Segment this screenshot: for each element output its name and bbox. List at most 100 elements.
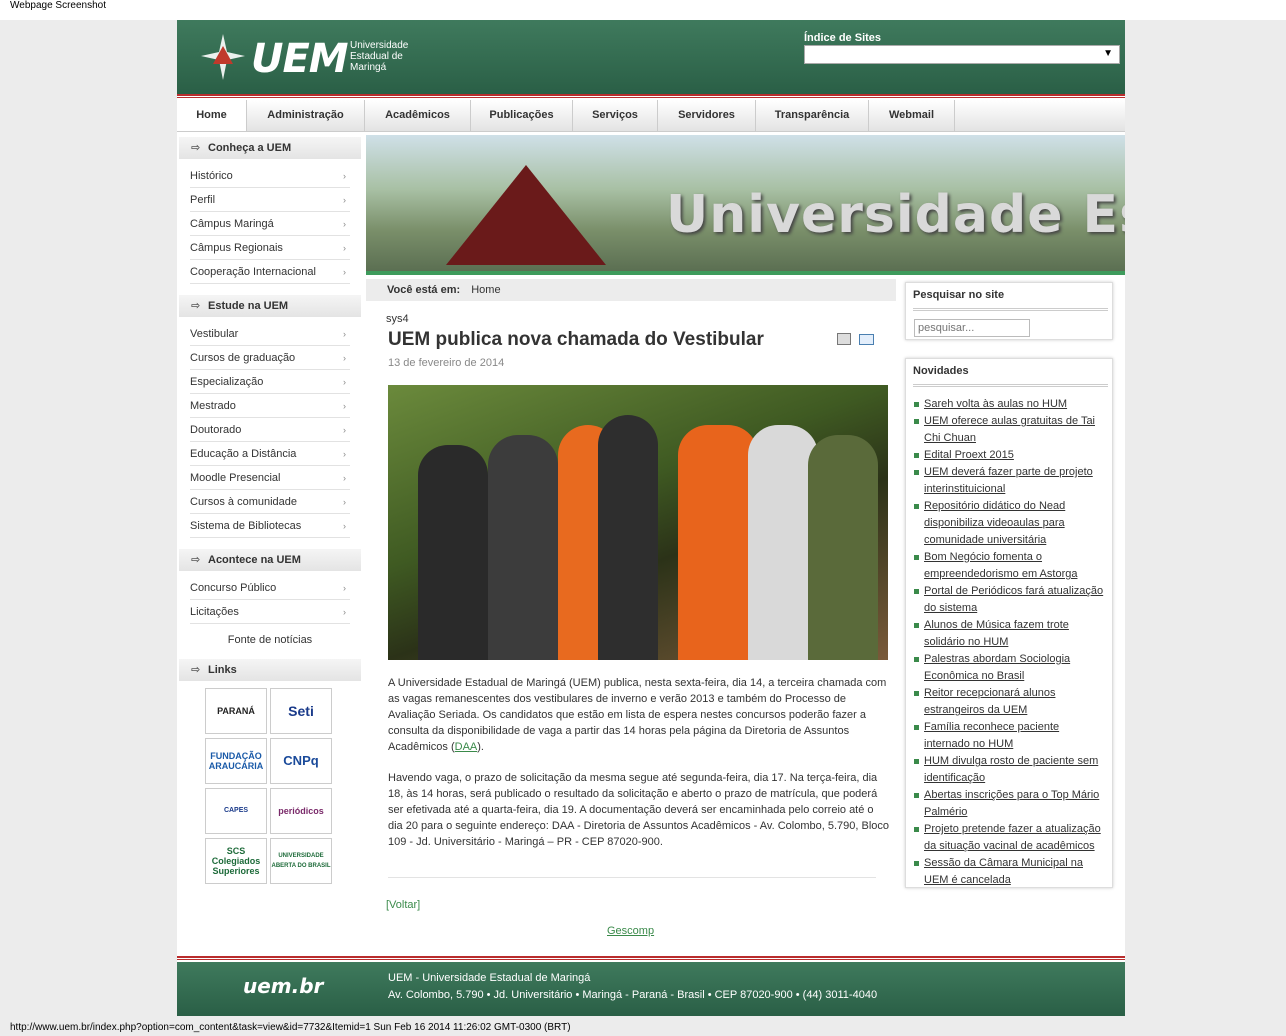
email-icon[interactable] (859, 334, 874, 345)
link-cnpq[interactable]: CNPq (270, 738, 332, 784)
nav-home[interactable]: Home (177, 100, 247, 131)
news-item[interactable]: Reitor recepcionará alunos estrangeiros d… (924, 685, 1108, 719)
chevron-right-icon: › (343, 497, 346, 507)
voltar-link[interactable]: [Voltar] (386, 899, 420, 911)
news-item[interactable]: Palestras abordam Sociologia Econômica no… (924, 651, 1108, 685)
search-input[interactable] (914, 319, 1030, 337)
site-header: UEM Universidade Estadual de Maringá Índic… (177, 20, 1125, 94)
news-item[interactable]: Sessão da Câmara Municipal na UEM é cance… (924, 855, 1108, 889)
link-uab[interactable]: UNIVERSIDADE ABERTA DO BRASIL (270, 838, 332, 884)
chevron-right-icon: › (343, 353, 346, 363)
chevron-right-icon: › (343, 521, 346, 531)
chevron-down-icon: ▼ (1103, 48, 1113, 59)
menu-doutorado[interactable]: Doutorado › (190, 418, 350, 442)
bullet-icon (914, 453, 919, 458)
site-index-select[interactable]: ▼ (804, 45, 1120, 64)
arrow-right-icon: ⇨ (191, 554, 201, 566)
link-araucaria[interactable]: FUNDAÇÃO ARAUCÁRIA (205, 738, 267, 784)
logo-subtitle: Universidade Estadual de Maringá (350, 40, 409, 73)
news-item[interactable]: UEM oferece aulas gratuitas de Tai Chi Ch… (924, 413, 1108, 447)
search-box-title: Pesquisar no site (913, 289, 1005, 301)
fonte-noticias-link[interactable]: Fonte de notícias (177, 634, 363, 646)
news-item[interactable]: Abertas inscrições para o Top Mário Palmé… (924, 787, 1108, 821)
bullet-icon (914, 419, 919, 424)
news-item[interactable]: Família reconhece paciente internado no H… (924, 719, 1108, 753)
news-item[interactable]: Repositório didático do Nead disponibiliz… (924, 498, 1108, 549)
menu-vestibular[interactable]: Vestibular › (190, 322, 350, 346)
menu-cooperacao[interactable]: Cooperação Internacional › (190, 260, 350, 284)
news-item[interactable]: Projeto pretende fazer a atualização da s… (924, 821, 1108, 855)
chevron-right-icon: › (343, 243, 346, 253)
menu-mestrado[interactable]: Mestrado › (190, 394, 350, 418)
section-acontece: ⇨ Acontece na UEM (179, 549, 361, 571)
nav-academicos[interactable]: Acadêmicos (365, 100, 471, 131)
footer-line-1: UEM - Universidade Estadual de Maringá (388, 972, 591, 984)
bullet-icon (914, 470, 919, 475)
breadcrumb-label: Você está em: (387, 284, 461, 296)
daa-link[interactable]: DAA (455, 741, 478, 753)
menu-campus-regionais[interactable]: Câmpus Regionais › (190, 236, 350, 260)
chevron-right-icon: › (343, 377, 346, 387)
link-periodicos[interactable]: periódicos (270, 788, 332, 834)
nav-transparencia[interactable]: Transparência (756, 100, 869, 131)
bullet-icon (914, 589, 919, 594)
arrow-right-icon: ⇨ (191, 300, 201, 312)
breadcrumb-home[interactable]: Home (471, 284, 500, 296)
news-item[interactable]: Edital Proext 2015 (924, 447, 1108, 464)
site-footer: uem.br UEM - Universidade Estadual de Ma… (177, 962, 1125, 1016)
menu-moodle[interactable]: Moodle Presencial › (190, 466, 350, 490)
menu-licitacoes[interactable]: Licitações › (190, 600, 350, 624)
news-item[interactable]: Sareh volta às aulas no HUM (924, 396, 1108, 413)
nav-servicos[interactable]: Serviços (573, 100, 658, 131)
link-seti[interactable]: Seti (270, 688, 332, 734)
screenshot-label-bar: Webpage Screenshot (0, 0, 1286, 20)
nav-webmail[interactable]: Webmail (869, 100, 955, 131)
article-title: UEM publica nova chamada do Vestibular (388, 329, 764, 350)
menu-especializacao[interactable]: Especialização › (190, 370, 350, 394)
menu-ead[interactable]: Educação a Distância › (190, 442, 350, 466)
menu-campus-maringa[interactable]: Câmpus Maringá › (190, 212, 350, 236)
bullet-icon (914, 759, 919, 764)
chevron-right-icon: › (343, 219, 346, 229)
menu-graduacao[interactable]: Cursos de graduação › (190, 346, 350, 370)
bullet-icon (914, 657, 919, 662)
hero-banner: Universidade Estadual de Maringá (366, 135, 1125, 271)
news-box: Novidades Sareh volta às aulas no HUM UEM… (905, 358, 1113, 888)
gescomp-link[interactable]: Gescomp (607, 925, 654, 937)
uem-logo[interactable]: UEM Universidade Estadual de Maringá (197, 30, 457, 86)
menu-perfil[interactable]: Perfil › (190, 188, 350, 212)
article-date: 13 de fevereiro de 2014 (388, 357, 505, 369)
uem-monument-icon (446, 165, 606, 265)
status-bar: http://www.uem.br/index.php?option=com_c… (10, 1022, 571, 1033)
news-item[interactable]: Portal de Periódicos fará atualização do … (924, 583, 1108, 617)
bullet-icon (914, 691, 919, 696)
screenshot-label: Webpage Screenshot (10, 0, 106, 11)
menu-bibliotecas[interactable]: Sistema de Bibliotecas › (190, 514, 350, 538)
divider (913, 308, 1108, 311)
chevron-right-icon: › (343, 425, 346, 435)
chevron-right-icon: › (343, 267, 346, 277)
arrow-right-icon: ⇨ (191, 142, 201, 154)
link-capes[interactable]: CAPES (205, 788, 267, 834)
arrow-right-icon: ⇨ (191, 664, 201, 676)
logo-text: UEM (251, 36, 349, 82)
print-icon[interactable] (837, 333, 851, 345)
news-item[interactable]: Bom Negócio fomenta o empreendedorismo em… (924, 549, 1108, 583)
section-conheca: ⇨ Conheça a UEM (179, 137, 361, 159)
menu-cursos-comunidade[interactable]: Cursos à comunidade › (190, 490, 350, 514)
chevron-right-icon: › (343, 195, 346, 205)
menu-historico[interactable]: Histórico › (190, 164, 350, 188)
divider (913, 384, 1108, 387)
link-scs[interactable]: SCS Colegiados Superiores (205, 838, 267, 884)
nav-administracao[interactable]: Administração (247, 100, 365, 131)
news-item[interactable]: UEM deverá fazer parte de projeto interin… (924, 464, 1108, 498)
menu-concurso[interactable]: Concurso Público › (190, 576, 350, 600)
page: UEM Universidade Estadual de Maringá Índic… (177, 20, 1125, 1016)
nav-publicacoes[interactable]: Publicações (471, 100, 573, 131)
nav-servidores[interactable]: Servidores (658, 100, 756, 131)
link-parana[interactable]: PARANÁ (205, 688, 267, 734)
news-item[interactable]: Alunos de Música fazem trote solidário no… (924, 617, 1108, 651)
bullet-icon (914, 504, 919, 509)
news-item[interactable]: HUM divulga rosto de paciente sem identif… (924, 753, 1108, 787)
chevron-right-icon: › (343, 583, 346, 593)
